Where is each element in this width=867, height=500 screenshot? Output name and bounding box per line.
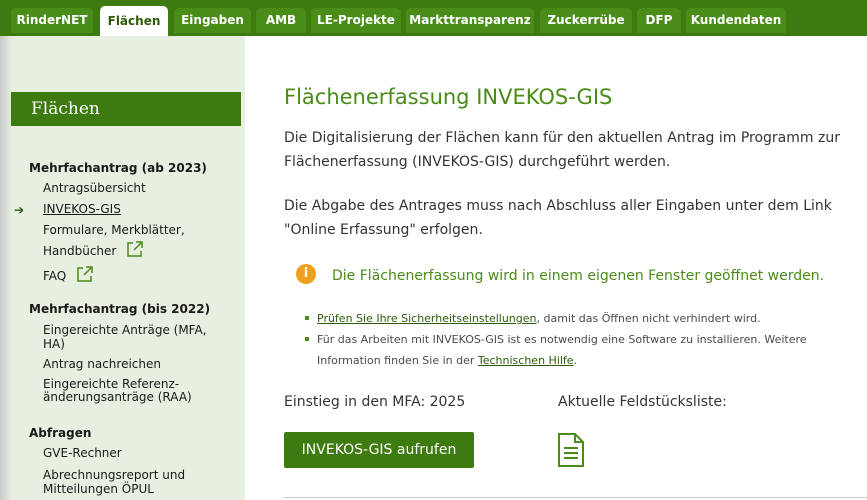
- sidebar-item-invekos-gis[interactable]: INVEKOS-GIS: [43, 202, 121, 217]
- intro-line-2: Flächenerfassung (INVEKOS-GIS) durchgefü…: [284, 154, 671, 170]
- bullet-icon: [305, 337, 309, 341]
- sidebar-item-faq[interactable]: FAQ: [43, 265, 94, 284]
- sidebar-section-abfragen: Abfragen: [29, 426, 92, 440]
- tab-flaechen[interactable]: Flächen: [100, 6, 168, 36]
- sidebar-item-abrechnungsreport[interactable]: Abrechnungsreport und: [43, 468, 185, 483]
- external-link-icon: [127, 241, 143, 257]
- sidebar-item-handbuecher[interactable]: Handbücher: [43, 240, 144, 259]
- feldstueck-label: Aktuelle Feldstücksliste:: [558, 394, 727, 410]
- sidebar-item-mitteilungen-oepul[interactable]: Mitteilungen ÖPUL: [43, 482, 154, 497]
- bullet-text: .: [573, 354, 578, 367]
- tab-amb[interactable]: AMB: [256, 8, 306, 33]
- sidebar-item-eingereichte-antraege-ha[interactable]: HA): [43, 337, 65, 352]
- invekos-gis-open-button[interactable]: INVEKOS-GIS aufrufen: [284, 432, 474, 468]
- tab-dfp[interactable]: DFP: [637, 8, 681, 33]
- technical-help-link[interactable]: Technischen Hilfe: [478, 354, 574, 367]
- sidebar-item-gve-rechner[interactable]: GVE-Rechner: [43, 446, 122, 461]
- sidebar-item-label: FAQ: [43, 269, 67, 283]
- tab-le-projekte[interactable]: LE-Projekte: [311, 8, 401, 33]
- info-message: Die Flächenerfassung wird in einem eigen…: [332, 268, 825, 284]
- sidebar-item-formulare[interactable]: Formulare, Merkblätter,: [43, 223, 185, 238]
- bullet-icon: [305, 316, 309, 320]
- tab-kundendaten[interactable]: Kundendaten: [686, 8, 786, 33]
- submission-paragraph: Die Abgabe des Antrages muss nach Abschl…: [284, 194, 844, 242]
- tab-eingaben[interactable]: Eingaben: [174, 8, 251, 33]
- bullet-text: Information finden Sie in der: [317, 354, 478, 367]
- tab-zuckerruebe[interactable]: Zuckerrübe: [540, 8, 632, 33]
- sidebar-item-eingereichte-antraege[interactable]: Eingereichte Anträge (MFA,: [43, 323, 207, 338]
- sidebar-section-mfa-ab-2023: Mehrfachantrag (ab 2023): [29, 161, 207, 175]
- bullet-text-line-2: Information finden Sie in der Technische…: [317, 350, 837, 371]
- document-icon[interactable]: [557, 432, 585, 468]
- page-title: Flächenerfassung INVEKOS-GIS: [284, 85, 613, 109]
- intro-paragraph: Die Digitalisierung der Flächen kann für…: [284, 126, 844, 174]
- einstieg-label: Einstieg in den MFA: 2025: [284, 394, 466, 410]
- divider: [284, 497, 867, 498]
- sidebar-section-mfa-bis-2022: Mehrfachantrag (bis 2022): [29, 302, 211, 316]
- tab-markttransparenz[interactable]: Markttransparenz: [406, 8, 534, 33]
- bullet-text: Für das Arbeiten mit INVEKOS-GIS ist es …: [317, 333, 807, 346]
- tab-rindernet[interactable]: RinderNET: [11, 8, 93, 33]
- sidebar-item-antrag-nachreichen[interactable]: Antrag nachreichen: [43, 357, 161, 372]
- external-link-icon: [77, 266, 93, 282]
- sidebar-header: Flächen: [11, 92, 241, 126]
- info-icon: i: [296, 264, 316, 284]
- arrow-right-icon: ➔: [14, 203, 25, 217]
- sidebar-item-label: Handbücher: [43, 244, 117, 258]
- intro-line-1: Die Digitalisierung der Flächen kann für…: [284, 130, 840, 146]
- sidebar-item-referenzaenderung-raa[interactable]: änderungsanträge (RAA): [43, 390, 192, 405]
- submission-line-1: Die Abgabe des Antrages muss nach Abschl…: [284, 198, 832, 214]
- sidebar-item-antragsuebersicht[interactable]: Antragsübersicht: [43, 181, 146, 196]
- list-item: Prüfen Sie Ihre Sicherheitseinstellungen…: [305, 308, 837, 329]
- list-item: Für das Arbeiten mit INVEKOS-GIS ist es …: [305, 329, 837, 371]
- security-settings-link[interactable]: Prüfen Sie Ihre Sicherheitseinstellungen: [317, 312, 536, 325]
- submission-line-2: "Online Erfassung" erfolgen.: [284, 222, 483, 238]
- bullet-text: , damit das Öffnen nicht verhindert wird…: [536, 312, 761, 325]
